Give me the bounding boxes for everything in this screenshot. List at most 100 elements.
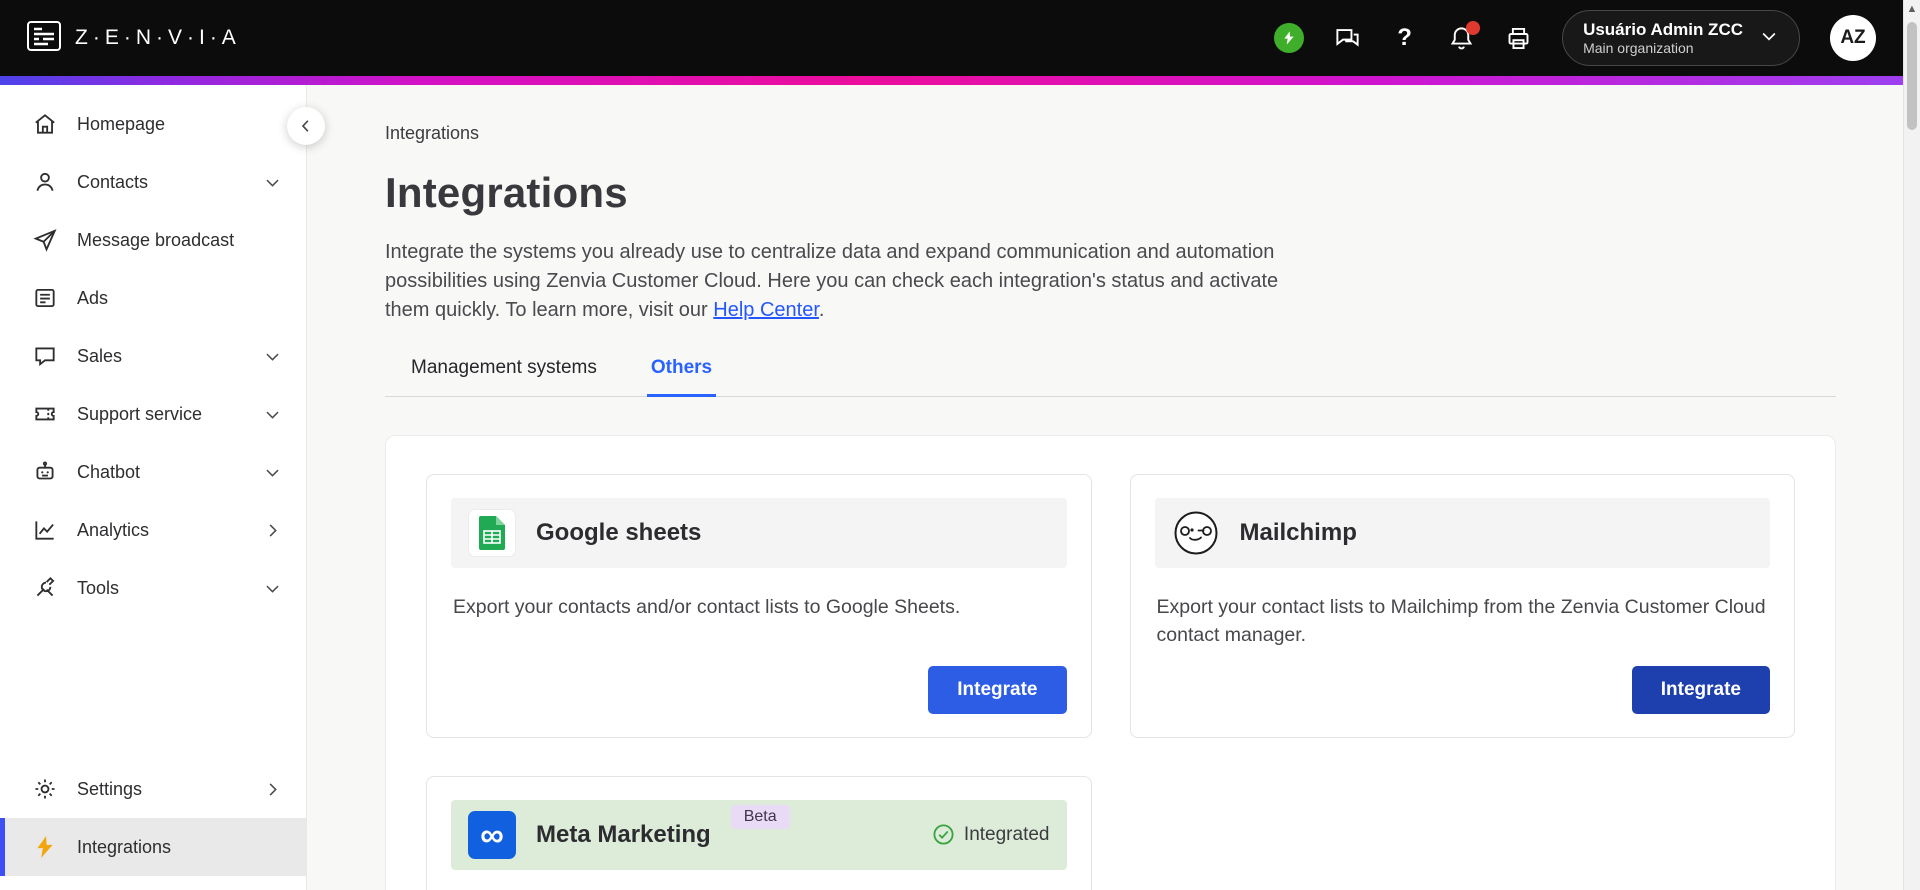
printer-icon[interactable] bbox=[1505, 25, 1532, 52]
card-header: Mailchimp bbox=[1154, 498, 1770, 568]
tab-others[interactable]: Others bbox=[646, 355, 717, 397]
help-center-link[interactable]: Help Center bbox=[713, 299, 819, 321]
card-description: Export your contacts and/or contact list… bbox=[453, 596, 961, 618]
content-area: Homepage Contacts Message broadcast Ads … bbox=[0, 85, 1920, 890]
sidebar: Homepage Contacts Message broadcast Ads … bbox=[0, 85, 325, 890]
sidebar-collapse-button[interactable] bbox=[287, 107, 325, 145]
page-description: Integrate the systems you already use to… bbox=[385, 238, 1320, 325]
integrate-button-mailchimp[interactable]: Integrate bbox=[1631, 665, 1770, 714]
app-root: Z·E·N·V·I·A ? Usuário Admin ZCC Main org… bbox=[0, 0, 1920, 890]
card-title: Meta Marketing bbox=[536, 820, 711, 848]
sidebar-item-analytics[interactable]: Analytics bbox=[0, 501, 306, 559]
integrations-panel: Google sheets Export your contacts and/o… bbox=[385, 435, 1836, 890]
sidebar-item-label: Settings bbox=[77, 778, 143, 799]
sidebar-item-contacts[interactable]: Contacts bbox=[0, 153, 306, 211]
notification-badge bbox=[1466, 20, 1481, 35]
send-icon bbox=[32, 227, 58, 253]
zenvia-logo-icon bbox=[26, 19, 62, 58]
sidebar-item-sales[interactable]: Sales bbox=[0, 327, 306, 385]
chat-bubble-icon bbox=[32, 343, 58, 369]
chevron-right-icon bbox=[263, 780, 282, 799]
account-name: Usuário Admin ZCC bbox=[1583, 19, 1743, 39]
brand-gradient-bar bbox=[0, 76, 1920, 85]
card-header: Google sheets bbox=[451, 498, 1067, 568]
integration-card-mailchimp: Mailchimp Export your contact lists to M… bbox=[1129, 474, 1795, 738]
account-organization: Main organization bbox=[1583, 39, 1694, 56]
card-footer: Integrate bbox=[451, 650, 1067, 714]
sidebar-item-tools[interactable]: Tools bbox=[0, 559, 306, 617]
conversations-icon[interactable] bbox=[1334, 25, 1361, 52]
integration-card-meta-marketing: ∞ Meta Marketing Beta Integrated Connect… bbox=[426, 775, 1092, 890]
chevron-right-icon bbox=[263, 521, 282, 540]
integrated-status-label: Integrated bbox=[963, 823, 1050, 845]
meta-icon: ∞ bbox=[468, 810, 516, 859]
help-icon[interactable]: ? bbox=[1391, 24, 1418, 52]
sidebar-item-label: Sales bbox=[77, 345, 123, 366]
integration-cards-grid: Google sheets Export your contacts and/o… bbox=[426, 474, 1795, 890]
main-content: Integrations Integrations Integrate the … bbox=[307, 85, 1920, 890]
window-scrollbar[interactable]: ▲ bbox=[1903, 0, 1920, 890]
sidebar-item-label: Support service bbox=[77, 403, 203, 424]
sidebar-item-label: Ads bbox=[77, 287, 109, 308]
top-header: Z·E·N·V·I·A ? Usuário Admin ZCC Main org… bbox=[0, 0, 1920, 76]
card-title: Mailchimp bbox=[1239, 519, 1357, 546]
chevron-down-icon bbox=[263, 347, 282, 366]
sidebar-item-label: Tools bbox=[77, 577, 120, 598]
page-title: Integrations bbox=[385, 169, 628, 216]
sidebar-item-label: Homepage bbox=[77, 113, 166, 134]
sidebar-item-label: Integrations bbox=[77, 836, 172, 857]
ticket-icon bbox=[32, 401, 58, 427]
header-actions: ? Usuário Admin ZCC Main organization AZ bbox=[1274, 9, 1876, 67]
brand-name: Z·E·N·V·I·A bbox=[75, 26, 241, 49]
sidebar-item-integrations[interactable]: Integrations bbox=[0, 818, 306, 876]
tab-bar: Management systems Others bbox=[385, 355, 1836, 397]
sidebar-item-label: Contacts bbox=[77, 171, 149, 192]
sidebar-item-label: Analytics bbox=[77, 519, 150, 540]
card-header: ∞ Meta Marketing Beta Integrated bbox=[451, 799, 1067, 870]
check-circle-icon bbox=[933, 824, 954, 845]
sidebar-item-homepage[interactable]: Homepage bbox=[0, 95, 306, 153]
home-icon bbox=[32, 111, 58, 137]
card-title: Google sheets bbox=[536, 519, 702, 546]
robot-icon bbox=[32, 459, 58, 485]
chevron-down-icon bbox=[263, 463, 282, 482]
lightning-icon bbox=[32, 834, 58, 860]
account-menu[interactable]: Usuário Admin ZCC Main organization bbox=[1562, 9, 1800, 67]
sidebar-item-label: Chatbot bbox=[77, 461, 141, 482]
integration-card-google-sheets: Google sheets Export your contacts and/o… bbox=[426, 474, 1092, 738]
sidebar-item-settings[interactable]: Settings bbox=[0, 760, 306, 818]
google-sheets-icon bbox=[468, 509, 516, 557]
zenvia-logo[interactable]: Z·E·N·V·I·A bbox=[26, 19, 241, 58]
chevron-down-icon bbox=[263, 405, 282, 424]
newspaper-icon bbox=[32, 285, 58, 311]
chevron-down-icon bbox=[263, 579, 282, 598]
scrollbar-thumb[interactable] bbox=[1907, 22, 1917, 130]
gear-icon bbox=[32, 776, 58, 802]
notifications-bell-icon[interactable] bbox=[1448, 20, 1481, 52]
card-description: Export your contact lists to Mailchimp f… bbox=[1156, 596, 1766, 647]
sidebar-item-label: Message broadcast bbox=[77, 229, 235, 250]
tools-icon bbox=[32, 575, 58, 601]
card-description: Connecting with Meta Marketing in Zenvia… bbox=[451, 870, 1067, 890]
contacts-icon bbox=[32, 169, 58, 195]
tab-management-systems[interactable]: Management systems bbox=[407, 355, 601, 397]
chevron-down-icon bbox=[1759, 26, 1779, 51]
avatar[interactable]: AZ bbox=[1830, 15, 1876, 61]
beta-badge: Beta bbox=[730, 804, 790, 829]
mailchimp-icon bbox=[1172, 509, 1220, 557]
sidebar-item-ads[interactable]: Ads bbox=[0, 269, 306, 327]
integrated-status: Integrated bbox=[932, 823, 1050, 846]
description-text: Integrate the systems you already use to… bbox=[385, 241, 1279, 321]
sidebar-item-chatbot[interactable]: Chatbot bbox=[0, 443, 306, 501]
card-footer: Integrate bbox=[1155, 650, 1770, 714]
scrollbar-up-arrow[interactable]: ▲ bbox=[1904, 3, 1920, 15]
status-boost-icon[interactable] bbox=[1274, 23, 1305, 53]
line-chart-icon bbox=[32, 517, 58, 543]
integrate-button-google-sheets[interactable]: Integrate bbox=[928, 665, 1067, 714]
sidebar-item-support-service[interactable]: Support service bbox=[0, 385, 306, 443]
chevron-down-icon bbox=[263, 173, 282, 192]
sidebar-item-message-broadcast[interactable]: Message broadcast bbox=[0, 211, 306, 269]
breadcrumb: Integrations bbox=[385, 123, 480, 143]
description-suffix: . bbox=[818, 299, 825, 321]
